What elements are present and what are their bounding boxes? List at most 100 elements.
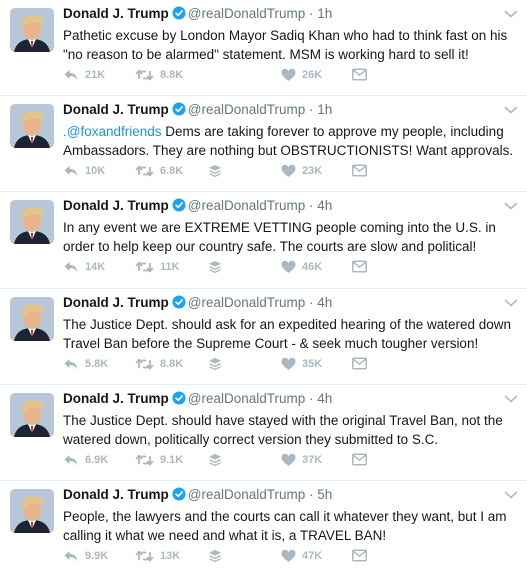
like-button[interactable]: 46K: [281, 260, 322, 274]
username[interactable]: @realDonaldTrump: [188, 6, 306, 21]
profile-photo-icon: [10, 392, 54, 437]
avatar[interactable]: [10, 104, 54, 149]
avatar[interactable]: [10, 392, 54, 437]
buffer-button[interactable]: [208, 357, 222, 371]
timestamp[interactable]: 4h: [317, 198, 332, 213]
reply-icon: [64, 358, 78, 370]
direct-message-button[interactable]: [352, 357, 367, 370]
direct-message-button[interactable]: [352, 68, 367, 81]
tweet-body: The Justice Dept. should have stayed wit…: [63, 412, 503, 447]
verified-badge-icon: [172, 102, 186, 116]
username[interactable]: @realDonaldTrump: [188, 198, 306, 213]
reply-button[interactable]: 6.9K: [63, 453, 108, 467]
tweet[interactable]: Donald J. Trump @realDonaldTrump · 1h Pat…: [0, 0, 527, 97]
like-count: 26K: [302, 69, 323, 81]
profile-photo-icon: [10, 488, 54, 533]
retweet-count: 11K: [160, 261, 180, 274]
reply-button[interactable]: 14K: [63, 260, 105, 274]
heart-icon: [281, 453, 296, 466]
verified-badge-icon: [172, 391, 186, 405]
tweet[interactable]: Donald J. Trump @realDonaldTrump · 4h The…: [0, 289, 527, 385]
reply-button[interactable]: 10K: [63, 164, 105, 178]
separator-dot: ·: [309, 294, 314, 310]
username[interactable]: @realDonaldTrump: [188, 391, 306, 406]
chevron-down-icon[interactable]: [504, 394, 518, 404]
retweet-icon: [135, 165, 154, 177]
reply-count: 21K: [85, 69, 106, 81]
avatar[interactable]: [10, 8, 54, 52]
chevron-down-icon[interactable]: [504, 298, 518, 308]
chevron-down-icon[interactable]: [504, 201, 518, 211]
display-name[interactable]: Donald J. Trump: [63, 198, 169, 213]
display-name[interactable]: Donald J. Trump: [63, 295, 169, 310]
username[interactable]: @realDonaldTrump: [188, 102, 306, 117]
retweet-icon: [135, 357, 154, 370]
profile-photo-icon: [10, 8, 54, 52]
reply-count: 6.9K: [85, 453, 109, 466]
tweet-body: The Justice Dept. should ask for an expe…: [63, 316, 512, 351]
direct-message-button[interactable]: [352, 164, 367, 177]
tweet-header: Donald J. Trump @realDonaldTrump · 1h: [63, 102, 497, 117]
display-name[interactable]: Donald J. Trump: [63, 102, 169, 117]
envelope-icon: [352, 357, 367, 370]
timestamp[interactable]: 1h: [317, 102, 332, 117]
tweet[interactable]: Donald J. Trump @realDonaldTrump · 1h .@f…: [0, 96, 527, 193]
timestamp[interactable]: 1h: [317, 6, 332, 21]
chevron-down-icon[interactable]: [504, 9, 518, 19]
tweet[interactable]: Donald J. Trump @realDonaldTrump · 4h In …: [0, 192, 527, 289]
avatar[interactable]: [10, 296, 54, 341]
tweet[interactable]: Donald J. Trump @realDonaldTrump · 4h The…: [0, 385, 527, 481]
timestamp[interactable]: 5h: [317, 487, 332, 502]
retweet-button[interactable]: 13K: [135, 549, 180, 563]
reply-count: 14K: [85, 261, 106, 274]
retweet-button[interactable]: 6.8K: [135, 164, 183, 178]
avatar[interactable]: [10, 488, 54, 533]
retweet-button[interactable]: 9.1K: [135, 453, 183, 467]
buffer-button[interactable]: [208, 164, 222, 178]
like-button[interactable]: 35K: [281, 357, 322, 371]
tweet-feed: Donald J. Trump @realDonaldTrump · 1h Pat…: [0, 0, 527, 577]
tweet-actions: 21K 8.8K 26K: [63, 68, 517, 86]
display-name[interactable]: Donald J. Trump: [63, 487, 169, 502]
tweet-actions: 5.8K 8.8K 35K: [63, 357, 517, 375]
like-button[interactable]: 23K: [281, 164, 322, 178]
avatar[interactable]: [10, 200, 54, 245]
mention-link[interactable]: .@foxandfriends: [63, 124, 162, 139]
buffer-button[interactable]: [208, 453, 222, 467]
username[interactable]: @realDonaldTrump: [188, 487, 306, 502]
heart-icon: [281, 261, 296, 274]
tweet-text: Pathetic excuse by London Mayor Sadiq Kh…: [63, 26, 517, 64]
like-button[interactable]: 47K: [281, 549, 322, 563]
like-count: 23K: [302, 165, 323, 178]
heart-icon: [281, 549, 296, 562]
timestamp[interactable]: 4h: [317, 295, 332, 310]
username[interactable]: @realDonaldTrump: [188, 295, 306, 310]
retweet-button[interactable]: 8.8K: [135, 68, 183, 82]
retweet-button[interactable]: 8.8K: [135, 357, 183, 371]
display-name[interactable]: Donald J. Trump: [63, 391, 169, 406]
buffer-button[interactable]: [208, 549, 222, 563]
like-button[interactable]: 37K: [281, 453, 322, 467]
like-button[interactable]: 26K: [281, 68, 322, 82]
display-name[interactable]: Donald J. Trump: [63, 6, 169, 21]
timestamp[interactable]: 4h: [317, 391, 332, 406]
retweet-button[interactable]: 11K: [135, 260, 180, 274]
chevron-down-icon[interactable]: [504, 105, 518, 115]
profile-photo-icon: [10, 296, 54, 341]
direct-message-button[interactable]: [352, 260, 367, 273]
retweet-icon: [135, 550, 154, 562]
reply-button[interactable]: 5.8K: [63, 357, 108, 371]
tweet-actions: 10K 6.8K 23K: [63, 164, 517, 182]
like-count: 35K: [302, 357, 323, 370]
tweet[interactable]: Donald J. Trump @realDonaldTrump · 5h Peo…: [0, 481, 527, 577]
tweet-actions: 14K 11K 46K: [63, 260, 517, 278]
buffer-button[interactable]: [208, 260, 222, 274]
direct-message-button[interactable]: [352, 453, 367, 466]
reply-icon: [64, 262, 78, 273]
retweet-icon: [135, 261, 154, 273]
tweet-text: The Justice Dept. should have stayed wit…: [63, 411, 517, 449]
reply-button[interactable]: 21K: [63, 68, 105, 82]
chevron-down-icon[interactable]: [504, 490, 518, 500]
reply-button[interactable]: 9.9K: [63, 549, 108, 563]
direct-message-button[interactable]: [352, 549, 367, 562]
